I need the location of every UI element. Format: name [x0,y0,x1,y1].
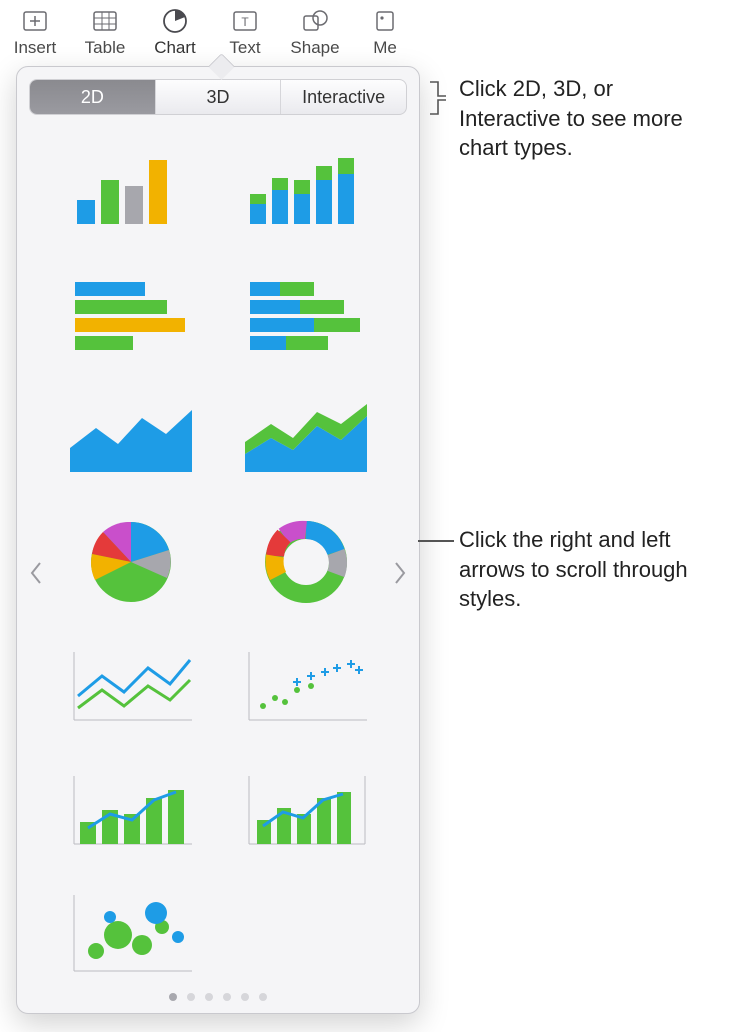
chart-mixed[interactable] [61,760,201,860]
chart-area[interactable] [61,388,201,488]
toolbar-table[interactable]: Table [70,6,140,58]
next-style-arrow[interactable] [385,543,415,603]
toolbar-table-label: Table [70,38,140,58]
toolbar-text[interactable]: T Text [210,6,280,58]
chart-bubble[interactable] [61,884,201,984]
tab-interactive[interactable]: Interactive [280,80,406,114]
toolbar-media[interactable]: Me [350,6,420,58]
insert-icon [0,6,70,36]
shape-icon [280,6,350,36]
chart-popover: 2D 3D Interactive [16,66,420,1014]
table-icon [70,6,140,36]
chart-scatter[interactable] [236,636,376,736]
callout-arrows: Click the right and left arrows to scrol… [459,525,719,614]
page-dot[interactable] [223,993,231,1001]
callout-tabs: Click 2D, 3D, or Interactive to see more… [459,74,719,163]
page-dot[interactable] [241,993,249,1001]
chart-stacked-column[interactable] [236,140,376,240]
prev-style-arrow[interactable] [21,543,51,603]
tab-2d[interactable]: 2D [30,80,155,114]
toolbar-insert[interactable]: Insert [0,6,70,58]
page-indicator [17,993,419,1001]
callout-leader-line [418,540,454,542]
page-dot[interactable] [259,993,267,1001]
toolbar-shape[interactable]: Shape [280,6,350,58]
chart-stacked-bar[interactable] [236,264,376,364]
page-dot[interactable] [187,993,195,1001]
chart-donut[interactable] [236,512,376,612]
chart-grid-area [17,123,419,977]
chart-pie[interactable] [61,512,201,612]
chart-grid [57,131,379,969]
toolbar-insert-label: Insert [0,38,70,58]
svg-text:T: T [241,15,249,29]
toolbar-chart[interactable]: Chart [140,6,210,58]
chart-line[interactable] [61,636,201,736]
toolbar-chart-label: Chart [140,38,210,58]
media-icon [350,6,420,36]
tab-3d[interactable]: 3D [155,80,281,114]
chart-type-tabs: 2D 3D Interactive [29,79,407,115]
chart-icon [140,6,210,36]
chart-column[interactable] [61,140,201,240]
page-dot[interactable] [205,993,213,1001]
chart-two-axis[interactable] [236,760,376,860]
toolbar-media-label: Me [350,38,420,58]
chart-stacked-area[interactable] [236,388,376,488]
text-icon: T [210,6,280,36]
toolbar-shape-label: Shape [280,38,350,58]
page-dot[interactable] [169,993,177,1001]
callout-bracket-icon [428,80,450,116]
toolbar: Insert Table Chart T Text Shape Me [0,0,430,62]
chart-bar[interactable] [61,264,201,364]
